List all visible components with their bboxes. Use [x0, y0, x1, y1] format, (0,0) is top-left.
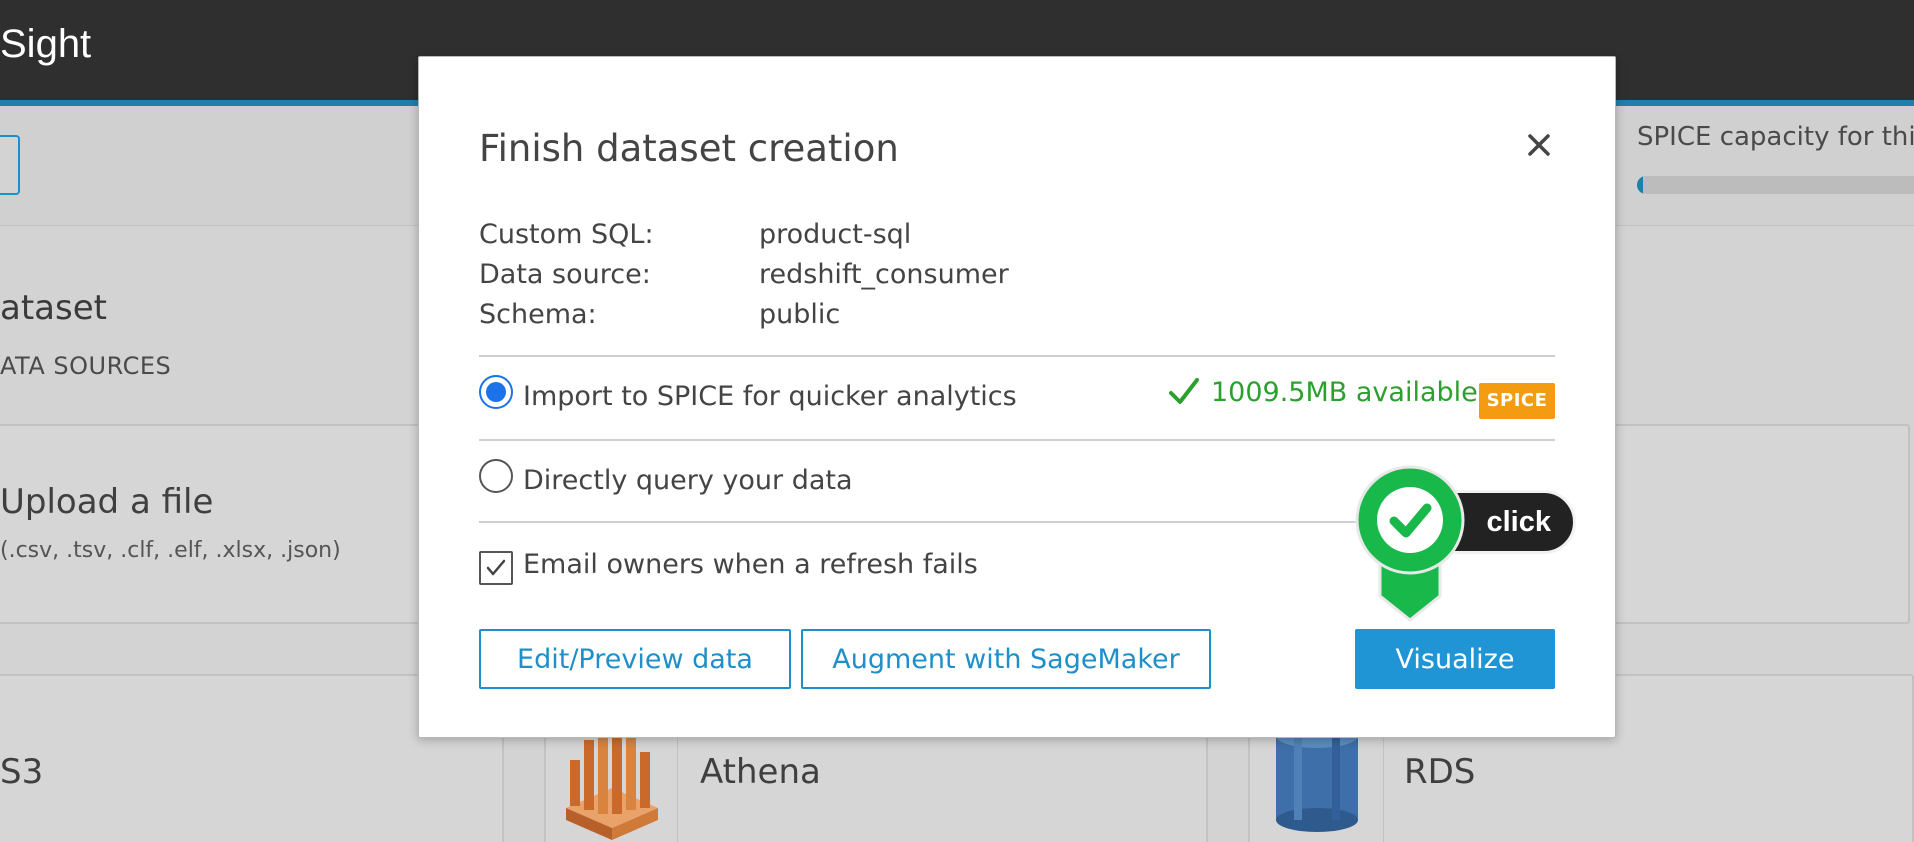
import-spice-label: Import to SPICE for quicker analytics — [523, 381, 1017, 412]
data-source-label: Data source: — [479, 259, 651, 290]
upload-file-formats: (.csv, .tsv, .clf, .elf, .xlsx, .json) — [0, 538, 341, 563]
import-spice-radio[interactable] — [479, 375, 513, 409]
close-button[interactable] — [1517, 123, 1561, 167]
custom-sql-label: Custom SQL: — [479, 219, 654, 250]
upload-file-title: Upload a file — [0, 482, 214, 522]
divider — [479, 355, 1555, 357]
custom-sql-value: product-sql — [759, 219, 912, 250]
background-subheading: ATA SOURCES — [0, 352, 172, 380]
background-new-dataset-button[interactable] — [0, 135, 20, 195]
spice-available-text: 1009.5MB available — [1211, 376, 1478, 408]
source-card-right[interactable] — [1600, 424, 1910, 624]
edit-preview-button[interactable]: Edit/Preview data — [479, 629, 791, 689]
checkmark-icon — [486, 559, 506, 576]
rds-label: RDS — [1404, 752, 1476, 792]
divider — [479, 439, 1555, 441]
direct-query-radio[interactable] — [479, 459, 513, 493]
spice-capacity-bar — [1637, 176, 1914, 194]
dialog-title: Finish dataset creation — [479, 127, 899, 170]
schema-value: public — [759, 299, 841, 330]
schema-label: Schema: — [479, 299, 597, 330]
augment-sagemaker-button[interactable]: Augment with SageMaker — [801, 629, 1211, 689]
s3-label: S3 — [0, 752, 44, 792]
email-owners-label: Email owners when a refresh fails — [523, 549, 978, 580]
direct-query-label: Directly query your data — [523, 465, 853, 496]
upload-file-card[interactable] — [0, 424, 430, 624]
close-icon — [1528, 134, 1550, 156]
check-icon — [1169, 378, 1199, 404]
app-title: Sight — [0, 22, 92, 66]
spice-badge: SPICE — [1479, 383, 1555, 419]
spice-available-status: 1009.5MB available — [1167, 375, 1478, 409]
click-pin-icon — [1355, 465, 1465, 622]
athena-label: Athena — [700, 752, 821, 792]
background-heading: ataset — [0, 288, 107, 328]
finish-dataset-dialog: Finish dataset creation Custom SQL: prod… — [418, 56, 1616, 738]
visualize-button[interactable]: Visualize — [1355, 629, 1555, 689]
data-source-value: redshift_consumer — [759, 259, 1009, 290]
email-owners-checkbox[interactable] — [479, 551, 513, 585]
spice-capacity-label: SPICE capacity for this — [1637, 122, 1914, 152]
